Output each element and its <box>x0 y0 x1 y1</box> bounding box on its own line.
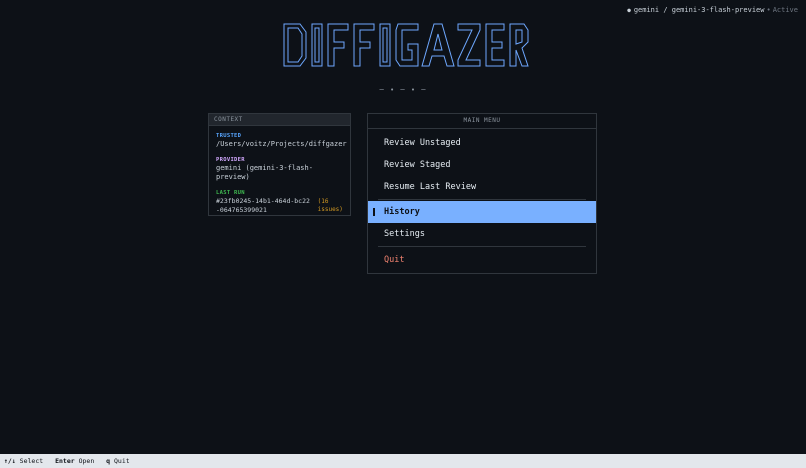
context-panel-title: CONTEXT <box>209 114 350 126</box>
hint-select-key: ↑/↓ <box>4 457 16 465</box>
menu-item-history-label: History <box>384 207 420 217</box>
hint-quit-key: q <box>106 457 111 465</box>
menu-divider <box>378 199 586 200</box>
status-dot-icon: ● <box>627 7 631 14</box>
menu-divider <box>378 246 586 247</box>
main-menu-title: MAIN MENU <box>368 114 596 129</box>
menu-item-history[interactable]: History <box>368 201 596 223</box>
main-menu: MAIN MENU Review Unstaged Review Staged … <box>367 113 597 274</box>
last-run-label: LAST RUN <box>216 190 245 196</box>
provider-label: PROVIDER <box>216 157 245 163</box>
context-panel: CONTEXT TRUSTED /Users/voitz/Projects/di… <box>208 113 351 216</box>
status-state: Active <box>772 6 798 14</box>
hint-open-label: Open <box>78 457 95 465</box>
logo-tagline: ─ • ─ • ─ <box>379 86 427 94</box>
selection-indicator <box>373 208 375 216</box>
provider-status: ● gemini / gemini-3-flash-preview • Active <box>627 6 798 14</box>
app-logo <box>282 22 530 70</box>
provider-model-label: gemini / gemini-3-flash-preview <box>633 6 765 14</box>
status-separator: • <box>766 6 771 14</box>
menu-item-resume-last-review[interactable]: Resume Last Review <box>368 176 596 198</box>
trusted-label: TRUSTED <box>216 133 242 139</box>
menu-item-quit[interactable]: Quit <box>368 249 596 271</box>
last-run-id: #23fb0245-14b1-464d-bc22-064765399021 <box>216 197 310 214</box>
trusted-path: /Users/voitz/Projects/diffgazer <box>216 140 347 148</box>
provider-value: gemini (gemini-3-flash-preview) <box>216 164 313 181</box>
last-run-issues: (16 issues) <box>317 198 343 213</box>
hint-select-label: Select <box>19 457 44 465</box>
hint-open-key: Enter <box>55 457 75 465</box>
menu-item-review-staged[interactable]: Review Staged <box>368 154 596 176</box>
hint-quit: q Quit <box>106 457 130 465</box>
keybinding-footer: ↑/↓ Select Enter Open q Quit <box>0 454 806 468</box>
hint-select: ↑/↓ Select <box>4 457 43 465</box>
menu-item-review-unstaged[interactable]: Review Unstaged <box>368 132 596 154</box>
hint-open: Enter Open <box>55 457 94 465</box>
hint-quit-label: Quit <box>114 457 130 465</box>
menu-item-settings[interactable]: Settings <box>368 223 596 245</box>
